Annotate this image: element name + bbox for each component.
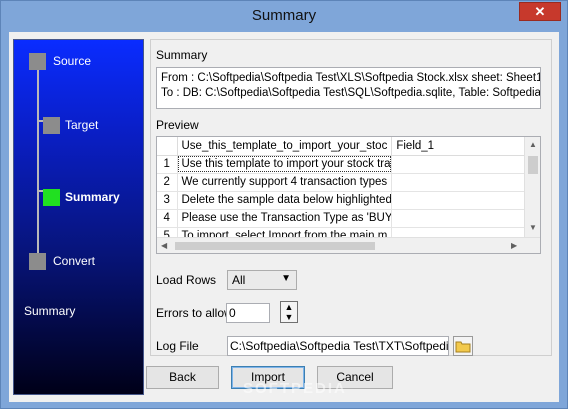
scroll-down-icon[interactable]: ▼ [529, 223, 537, 232]
chevron-down-icon: ▼ [281, 273, 291, 284]
table-row[interactable]: 1 Use this template to import your stock… [157, 155, 538, 174]
summary-window: Summary ✕ Source Target Summary Convert … [0, 0, 568, 409]
window-title: Summary [251, 7, 317, 24]
errors-to-allow-input[interactable]: 0 [226, 303, 270, 323]
row-number: 2 [157, 173, 178, 192]
step-connector-line [37, 62, 39, 264]
summary-group: Summary From : C:\Softpedia\Softpedia Te… [150, 39, 552, 356]
preview-label: Preview [156, 118, 199, 132]
summary-label: Summary [156, 48, 208, 62]
summary-from-line: From : C:\Softpedia\Softpedia Test\XLS\S… [161, 72, 541, 84]
column-header[interactable] [157, 137, 178, 156]
summary-text-box[interactable]: From : C:\Softpedia\Softpedia Test\XLS\S… [156, 67, 541, 109]
load-rows-select[interactable]: All ▼ [227, 270, 297, 290]
table-cell[interactable] [391, 209, 538, 228]
horizontal-scrollbar[interactable]: ◀ ▶ [157, 237, 540, 253]
step-summary-icon [43, 189, 60, 206]
spin-down-icon[interactable]: ▼ [281, 312, 297, 322]
step-source-icon [29, 53, 46, 70]
sidebar-footer-label: Summary [24, 304, 76, 318]
dialog-client: Source Target Summary Convert Summary Su… [9, 32, 559, 402]
title-bar[interactable]: Summary ✕ [1, 1, 567, 33]
step-target-icon [43, 117, 60, 134]
scroll-up-icon[interactable]: ▲ [529, 140, 537, 149]
scroll-right-icon[interactable]: ▶ [511, 241, 517, 250]
table-row[interactable]: 4 Please use the Transaction Type as 'BU… [157, 209, 538, 228]
row-number: 4 [157, 209, 178, 228]
load-rows-value: All [232, 273, 246, 287]
folder-icon [455, 341, 471, 353]
row-number: 3 [157, 191, 178, 210]
step-summary-label: Summary [65, 190, 120, 204]
table-row[interactable]: 2 We currently support 4 transaction typ… [157, 173, 538, 192]
errors-spinner[interactable]: ▲ ▼ [280, 301, 298, 323]
summary-to-line: To : DB: C:\Softpedia\Softpedia Test\SQL… [161, 87, 541, 99]
watermark: SOFTPEDIA [243, 380, 347, 397]
preview-grid[interactable]: Use_this_template_to_import_your_stoc Fi… [156, 136, 541, 254]
scroll-left-icon[interactable]: ◀ [161, 241, 167, 250]
spin-up-icon[interactable]: ▲ [281, 302, 297, 312]
table-cell[interactable] [391, 191, 538, 210]
table-cell[interactable] [391, 155, 538, 174]
table-cell[interactable] [391, 173, 538, 192]
errors-to-allow-label: Errors to allow [156, 306, 233, 320]
row-number: 1 [157, 155, 178, 174]
table-cell[interactable]: Please use the Transaction Type as 'BUY [177, 209, 393, 228]
load-rows-label: Load Rows [156, 273, 217, 287]
column-header[interactable]: Use_this_template_to_import_your_stoc [177, 137, 393, 156]
close-button[interactable]: ✕ [519, 2, 561, 21]
table-cell[interactable]: Delete the sample data below highlighted [177, 191, 393, 210]
column-header[interactable]: Field_1 [391, 137, 538, 156]
log-file-input[interactable]: C:\Softpedia\Softpedia Test\TXT\Softpedi… [227, 336, 449, 356]
wizard-sidebar: Source Target Summary Convert Summary [13, 39, 144, 395]
back-button[interactable]: Back [146, 366, 219, 389]
preview-header-row: Use_this_template_to_import_your_stoc Fi… [157, 137, 538, 156]
vertical-scrollbar[interactable]: ▲ ▼ [524, 137, 540, 237]
step-convert-label: Convert [53, 254, 96, 268]
table-cell[interactable]: We currently support 4 transaction types [177, 173, 393, 192]
table-cell[interactable]: Use this template to import your stock t… [177, 155, 393, 174]
horizontal-scroll-thumb[interactable] [175, 242, 375, 250]
browse-folder-button[interactable] [453, 336, 473, 356]
vertical-scroll-thumb[interactable] [528, 156, 538, 174]
step-convert-icon [29, 253, 46, 270]
step-source-label: Source [53, 54, 92, 68]
log-file-label: Log File [156, 339, 199, 353]
table-row[interactable]: 3 Delete the sample data below highlight… [157, 191, 538, 210]
step-target-label: Target [65, 118, 99, 132]
main-panel: Summary From : C:\Softpedia\Softpedia Te… [150, 39, 552, 356]
